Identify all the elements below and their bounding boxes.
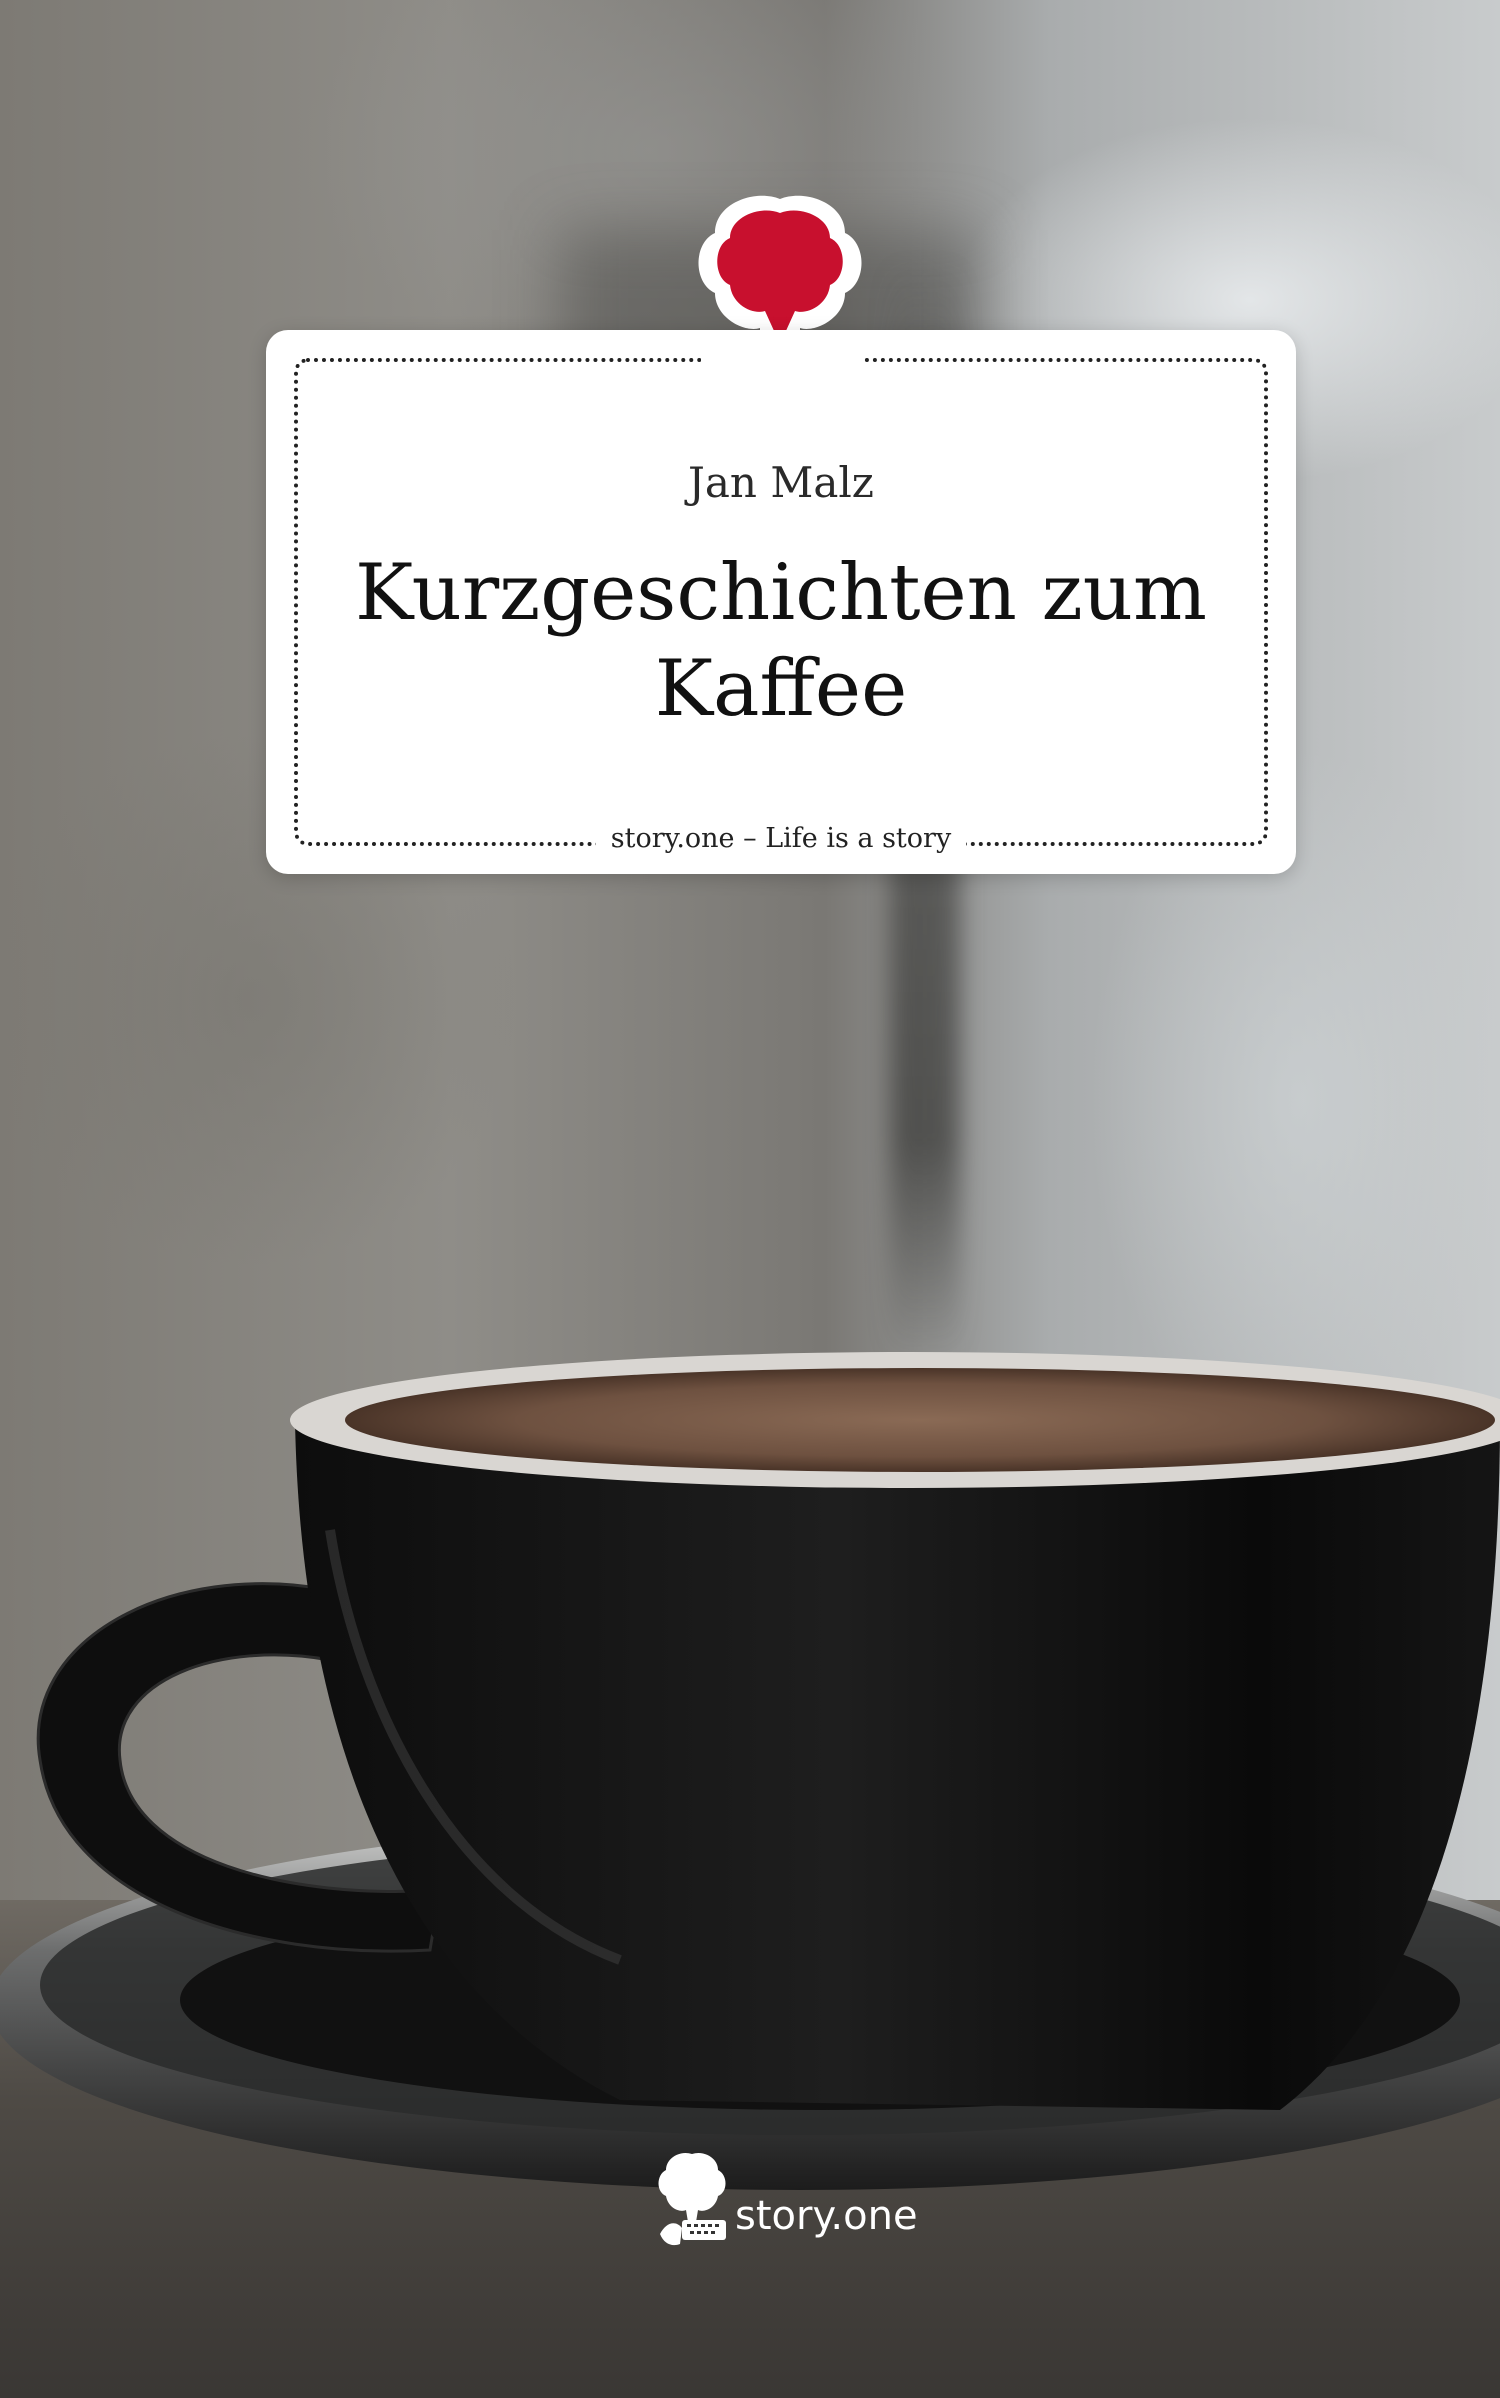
publisher-tagline: story.one – Life is a story (610, 823, 952, 854)
coffee-crema (345, 1368, 1495, 1472)
author-name: Jan Malz (688, 458, 874, 507)
tree-keyboard-logo-icon (658, 2152, 726, 2246)
title-card: Jan Malz Kurzgeschichten zum Kaffee stor… (266, 330, 1296, 874)
book-cover: Jan Malz Kurzgeschichten zum Kaffee stor… (0, 0, 1500, 2398)
publisher-brand: story.one (735, 2193, 918, 2239)
book-title: Kurzgeschichten zum Kaffee (355, 548, 1207, 734)
